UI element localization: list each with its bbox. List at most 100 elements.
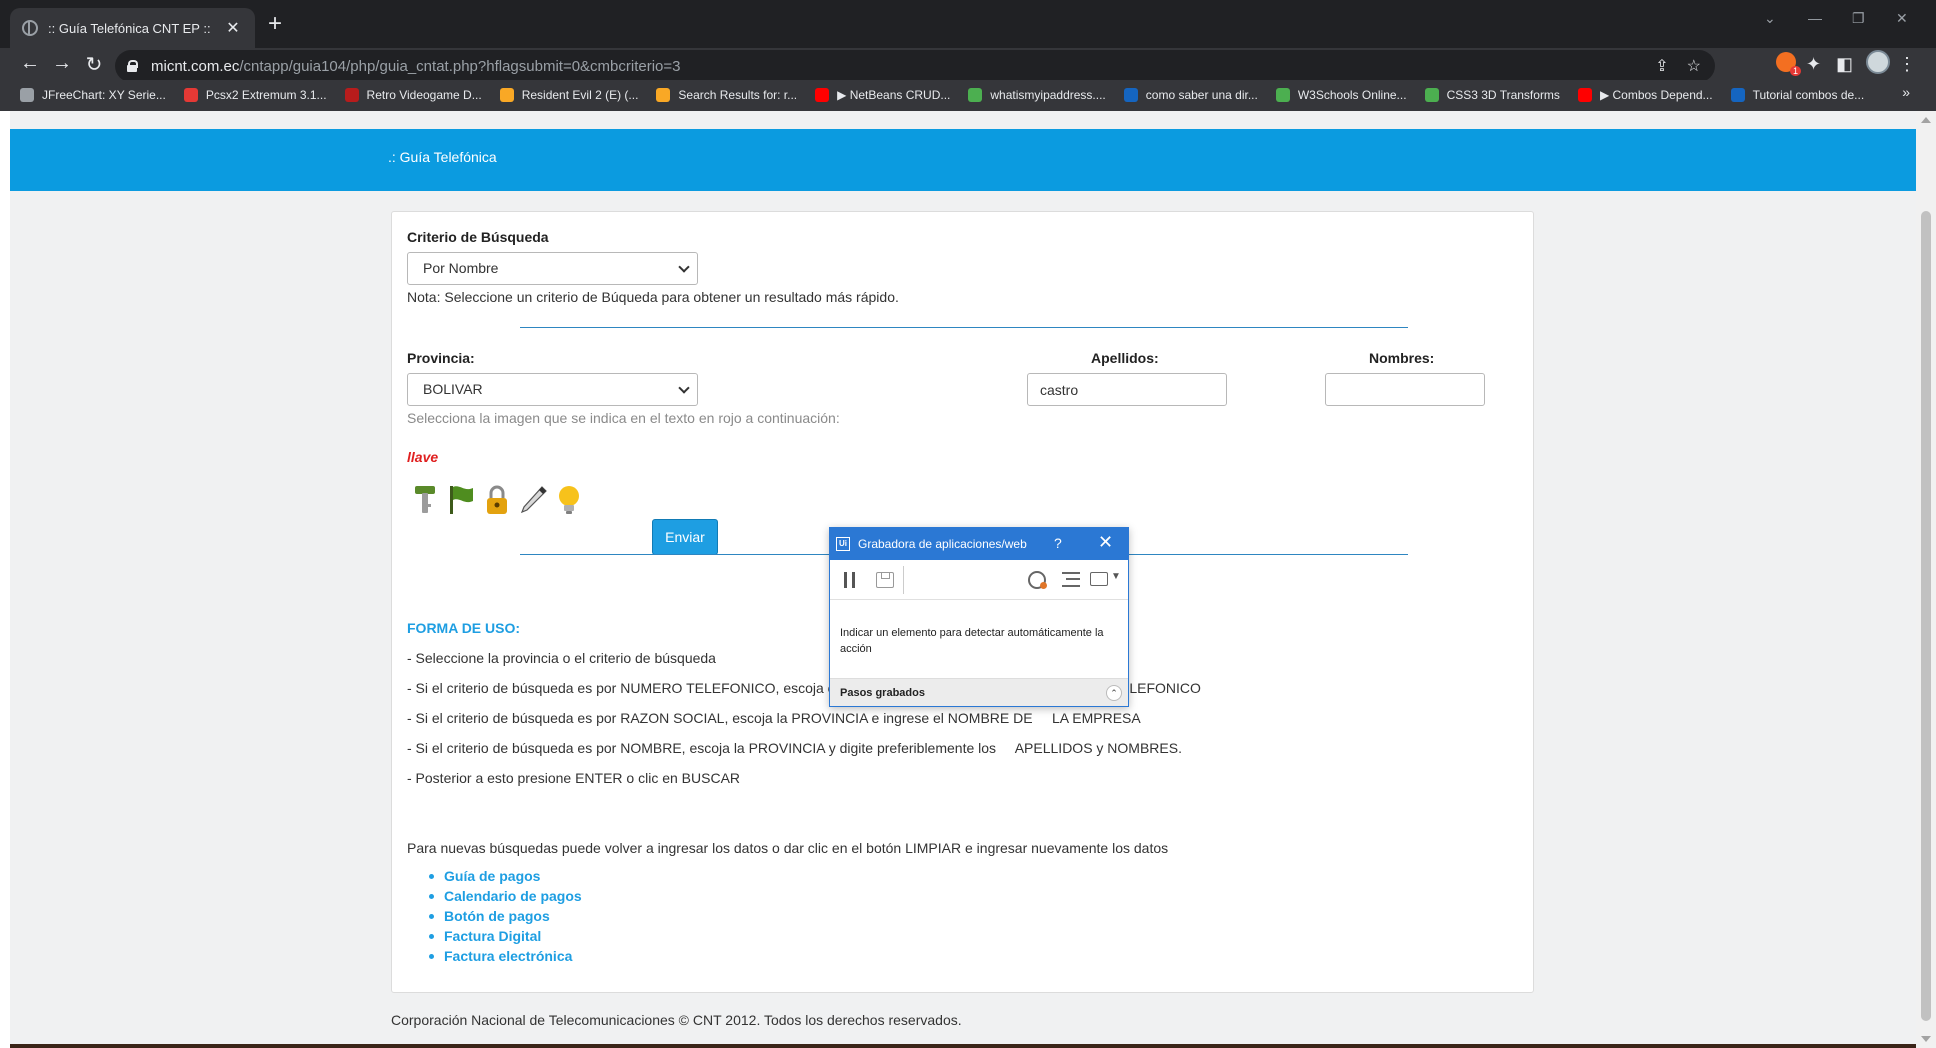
enviar-button[interactable]: Enviar — [652, 519, 718, 555]
target-element-icon[interactable] — [1028, 571, 1047, 589]
collapse-icon[interactable]: ⌃ — [1106, 685, 1122, 701]
forward-icon[interactable]: → — [48, 52, 76, 75]
share-icon[interactable]: ⇪ — [1655, 56, 1668, 76]
bookmark-item[interactable]: ▶ Combos Depend... — [1577, 88, 1713, 102]
bookmark-item[interactable]: W3Schools Online... — [1275, 88, 1407, 102]
bookmark-item[interactable]: CSS3 3D Transforms — [1424, 88, 1560, 102]
browser-tab[interactable]: :: Guía Telefónica CNT EP :: ✕ — [10, 8, 255, 48]
new-tab-icon[interactable]: + — [268, 12, 282, 36]
pause-icon[interactable] — [844, 572, 855, 588]
lightbulb-icon[interactable] — [554, 484, 584, 516]
address-bar[interactable]: micnt.com.ec /cntapp/guia104/php/guia_cn… — [115, 50, 1715, 82]
scroll-up-icon[interactable] — [1921, 117, 1931, 123]
restore-icon[interactable]: ❐ — [1852, 10, 1865, 27]
menu-icon[interactable]: ⋮ — [1898, 54, 1916, 75]
recorded-steps-bar[interactable]: Pasos grabados ⌃ — [830, 678, 1128, 706]
flag-icon[interactable] — [446, 484, 476, 516]
instruction-line: - Si el criterio de búsqueda es por RAZO… — [407, 710, 1141, 726]
url-host: micnt.com.ec — [151, 57, 240, 75]
bookmark-favicon-icon — [656, 88, 671, 102]
recorder-title: Grabadora de aplicaciones/web — [858, 537, 1027, 551]
provincia-label: Provincia: — [407, 350, 475, 366]
link-factura-electronica[interactable]: Factura electrónica — [429, 946, 582, 966]
apellidos-input[interactable]: castro — [1027, 373, 1227, 406]
side-panel-icon[interactable]: ◧ — [1836, 54, 1853, 75]
help-icon[interactable]: ? — [1054, 535, 1062, 551]
bookmark-label: Tutorial combos de... — [1752, 88, 1865, 102]
nombres-input[interactable] — [1325, 373, 1485, 406]
bookmark-label: ▶ NetBeans CRUD... — [837, 88, 951, 102]
bookmark-favicon-icon — [1577, 88, 1592, 102]
captcha-images — [410, 484, 584, 516]
provincia-value: BOLIVAR — [423, 381, 483, 397]
link-factura-digital[interactable]: Factura Digital — [429, 926, 582, 946]
save-icon[interactable] — [876, 572, 894, 588]
instruction-line: - Seleccione la provincia o el criterio … — [407, 650, 716, 666]
bookmark-item[interactable]: Retro Videogame D... — [344, 88, 482, 102]
recorder-toolbar: ▼ — [830, 560, 1128, 600]
steps-list-icon[interactable] — [1062, 572, 1080, 587]
minimize-icon[interactable]: — — [1808, 10, 1822, 26]
scroll-down-icon[interactable] — [1921, 1036, 1931, 1042]
criterio-value: Por Nombre — [423, 260, 499, 276]
profile-avatar[interactable] — [1866, 50, 1890, 74]
reload-icon[interactable]: ↻ — [80, 52, 108, 77]
link-calendario-de-pagos[interactable]: Calendario de pagos — [429, 886, 582, 906]
recorded-steps-label: Pasos grabados — [840, 687, 925, 699]
chevron-down-icon — [678, 261, 690, 273]
bookmark-label: Search Results for: r... — [678, 88, 798, 102]
close-window-icon[interactable]: ✕ — [1896, 10, 1908, 27]
provincia-select[interactable]: BOLIVAR — [407, 373, 698, 406]
screen-capture-icon[interactable] — [1090, 572, 1108, 586]
pen-icon[interactable] — [518, 484, 548, 516]
bookmark-item[interactable]: Pcsx2 Extremum 3.1... — [183, 88, 327, 102]
bookmark-favicon-icon — [968, 88, 983, 102]
link-guia-de-pagos[interactable]: Guía de pagos — [429, 866, 582, 886]
extensions-icon[interactable]: ✦ — [1806, 54, 1821, 75]
omnibox-icons: ⇪ ☆ — [1655, 56, 1701, 76]
scroll-thumb[interactable] — [1921, 211, 1931, 1021]
bookmark-item[interactable]: Tutorial combos de... — [1730, 88, 1865, 102]
recorder-window: Ui Grabadora de aplicaciones/web ? ✕ ▼ I… — [829, 527, 1129, 707]
new-search-note: Para nuevas búsquedas puede volver a ing… — [407, 840, 1169, 856]
tab-search-icon[interactable]: ⌄ — [1764, 10, 1776, 27]
browser-toolbar: ← → ↻ micnt.com.ec /cntapp/guia104/php/g… — [0, 48, 1936, 83]
browser-chrome: :: Guía Telefónica CNT EP :: ✕ + ⌄ — ❐ ✕… — [0, 0, 1936, 111]
close-icon[interactable]: ✕ — [1098, 532, 1113, 553]
back-icon[interactable]: ← — [16, 52, 44, 75]
divider — [520, 327, 1408, 328]
bookmark-item[interactable]: JFreeChart: XY Serie... — [20, 88, 166, 102]
bookmark-item[interactable]: ▶ NetBeans CRUD... — [815, 88, 950, 102]
bookmark-label: Retro Videogame D... — [366, 88, 482, 102]
criterio-label: Criterio de Búsqueda — [407, 229, 549, 245]
bookmark-label: Pcsx2 Extremum 3.1... — [205, 88, 327, 102]
bookmark-item[interactable]: Search Results for: r... — [656, 88, 797, 102]
lock-icon[interactable] — [127, 60, 138, 72]
instruction-line: - Si el criterio de búsqueda es por NOMB… — [407, 740, 1182, 756]
bookmark-label: como saber una dir... — [1145, 88, 1258, 102]
criterio-select[interactable]: Por Nombre — [407, 252, 698, 285]
extension-badge-icon[interactable]: 1 — [1776, 52, 1801, 76]
uipath-logo-icon: Ui — [836, 537, 850, 551]
recorder-titlebar[interactable]: Ui Grabadora de aplicaciones/web ? ✕ — [830, 528, 1128, 560]
globe-icon — [22, 20, 38, 36]
bookmark-favicon-icon — [183, 88, 198, 102]
padlock-icon[interactable] — [482, 484, 512, 516]
bookmark-label: JFreeChart: XY Serie... — [42, 88, 166, 102]
bookmarks-more-icon[interactable]: » — [1902, 84, 1910, 100]
bookmark-star-icon[interactable]: ☆ — [1687, 56, 1701, 76]
bookmark-item[interactable]: como saber una dir... — [1123, 88, 1258, 102]
page-viewport: .: Guía Telefónica Criterio de Búsqueda … — [10, 111, 1916, 1048]
bookmark-item[interactable]: whatismyipaddress.... — [968, 88, 1106, 102]
link-boton-de-pagos[interactable]: Botón de pagos — [429, 906, 582, 926]
bookmark-label: W3Schools Online... — [1297, 88, 1407, 102]
close-tab-icon[interactable]: ✕ — [223, 18, 243, 38]
page-scrollbar[interactable] — [1916, 111, 1936, 1048]
apellidos-value: castro — [1040, 382, 1079, 398]
bookmark-item[interactable]: Resident Evil 2 (E) (... — [499, 88, 638, 102]
bookmark-favicon-icon — [20, 88, 34, 102]
bookmark-label: CSS3 3D Transforms — [1446, 88, 1560, 102]
bookmark-favicon-icon — [1275, 88, 1290, 102]
dropdown-caret-icon[interactable]: ▼ — [1111, 571, 1121, 582]
key-icon[interactable] — [410, 484, 440, 516]
